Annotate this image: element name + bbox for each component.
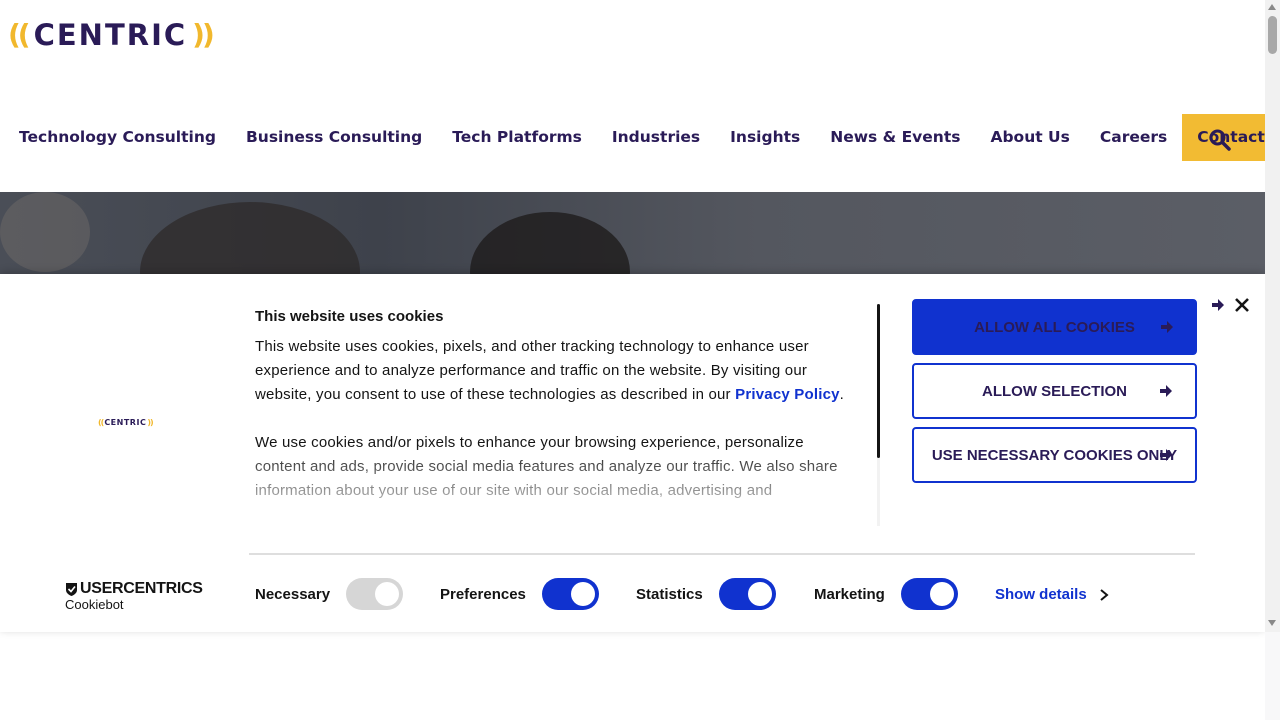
cookie-banner-logo: (( CENTRIC )) <box>98 418 154 427</box>
cookie-paragraph: This website uses cookies, pixels, and o… <box>255 335 845 407</box>
hero-photo-shape <box>0 192 90 272</box>
logo-right-paren: )) <box>147 418 153 427</box>
usercentrics-wordmark: USERCENTRICS <box>65 580 203 598</box>
cookiebot-product: Cookiebot <box>65 597 124 612</box>
cookie-paragraph-end: . <box>839 386 845 403</box>
use-necessary-cookies-only-button[interactable]: USE NECESSARY COOKIES ONLY <box>912 427 1197 483</box>
usercentrics-brand: USERCENTRICS <box>80 580 203 597</box>
nav-about-us[interactable]: About Us <box>975 114 1084 161</box>
use-necessary-cookies-only-label: USE NECESSARY COOKIES ONLY <box>931 446 1178 464</box>
allow-selection-button[interactable]: ALLOW SELECTION <box>912 363 1197 419</box>
logo-left-paren: (( <box>98 418 104 427</box>
marketing-toggle[interactable] <box>901 578 958 610</box>
cookie-banner-title: This website uses cookies <box>255 308 444 325</box>
logo-left-paren: (( <box>8 18 31 51</box>
toggle-knob <box>375 582 399 606</box>
shield-icon <box>66 582 77 596</box>
marketing-label: Marketing <box>814 586 885 603</box>
scroll-down-arrow-icon[interactable] <box>1268 620 1276 626</box>
nav-industries[interactable]: Industries <box>597 114 715 161</box>
cookie-banner-divider <box>249 553 1195 555</box>
privacy-policy-link[interactable]: Privacy Policy <box>735 386 840 403</box>
arrow-right-icon <box>1161 321 1173 333</box>
toggle-knob <box>930 582 954 606</box>
usercentrics-cookiebot-logo[interactable]: USERCENTRICS Cookiebot <box>65 580 203 612</box>
chevron-right-icon <box>1100 588 1109 601</box>
main-nav: Technology Consulting Business Consultin… <box>0 114 1265 161</box>
show-details-label: Show details <box>995 586 1087 603</box>
nav-insights[interactable]: Insights <box>715 114 815 161</box>
text-fade-overlay <box>255 445 845 525</box>
logo-wordmark: CENTRIC <box>33 18 188 52</box>
page-scrollbar[interactable] <box>1265 0 1280 632</box>
arrow-right-icon[interactable] <box>1211 298 1225 312</box>
logo-wordmark: CENTRIC <box>104 418 147 427</box>
arrow-right-icon <box>1160 385 1172 397</box>
nav-careers[interactable]: Careers <box>1085 114 1182 161</box>
statistics-toggle[interactable] <box>719 578 776 610</box>
necessary-toggle <box>346 578 403 610</box>
nav-news-events[interactable]: News & Events <box>815 114 975 161</box>
scroll-up-arrow-icon[interactable] <box>1268 4 1276 10</box>
cookie-banner-text[interactable]: This website uses cookies, pixels, and o… <box>255 335 845 525</box>
necessary-label: Necessary <box>255 586 331 603</box>
allow-all-cookies-label: ALLOW ALL COOKIES <box>974 318 1135 336</box>
cookie-paragraph-text: This website uses cookies, pixels, and o… <box>255 338 809 403</box>
cookie-consent-banner: (( CENTRIC )) This website uses cookies … <box>0 274 1265 632</box>
statistics-label: Statistics <box>636 586 703 603</box>
nav-tech-platforms[interactable]: Tech Platforms <box>437 114 597 161</box>
nav-technology-consulting[interactable]: Technology Consulting <box>0 114 231 161</box>
consent-toggles: Necessary Preferences Statistics Marketi… <box>255 578 1135 610</box>
preferences-label: Preferences <box>440 586 526 603</box>
nav-business-consulting[interactable]: Business Consulting <box>231 114 437 161</box>
preferences-toggle[interactable] <box>542 578 599 610</box>
cookie-text-scrollbar[interactable] <box>877 304 880 526</box>
page: (( CENTRIC )) Technology Consulting Busi… <box>0 0 1265 720</box>
toggle-knob <box>748 582 772 606</box>
toggle-knob <box>571 582 595 606</box>
centric-logo[interactable]: (( CENTRIC )) <box>8 18 215 52</box>
close-icon[interactable] <box>1233 296 1251 314</box>
logo-right-paren: )) <box>192 18 215 51</box>
allow-selection-label: ALLOW SELECTION <box>982 382 1127 400</box>
allow-all-cookies-button[interactable]: ALLOW ALL COOKIES <box>912 299 1197 355</box>
cookie-text-scroll-thumb[interactable] <box>877 304 880 458</box>
page-scroll-thumb[interactable] <box>1268 16 1277 54</box>
search-icon[interactable] <box>1208 128 1232 152</box>
show-details-link[interactable]: Show details <box>995 586 1109 603</box>
